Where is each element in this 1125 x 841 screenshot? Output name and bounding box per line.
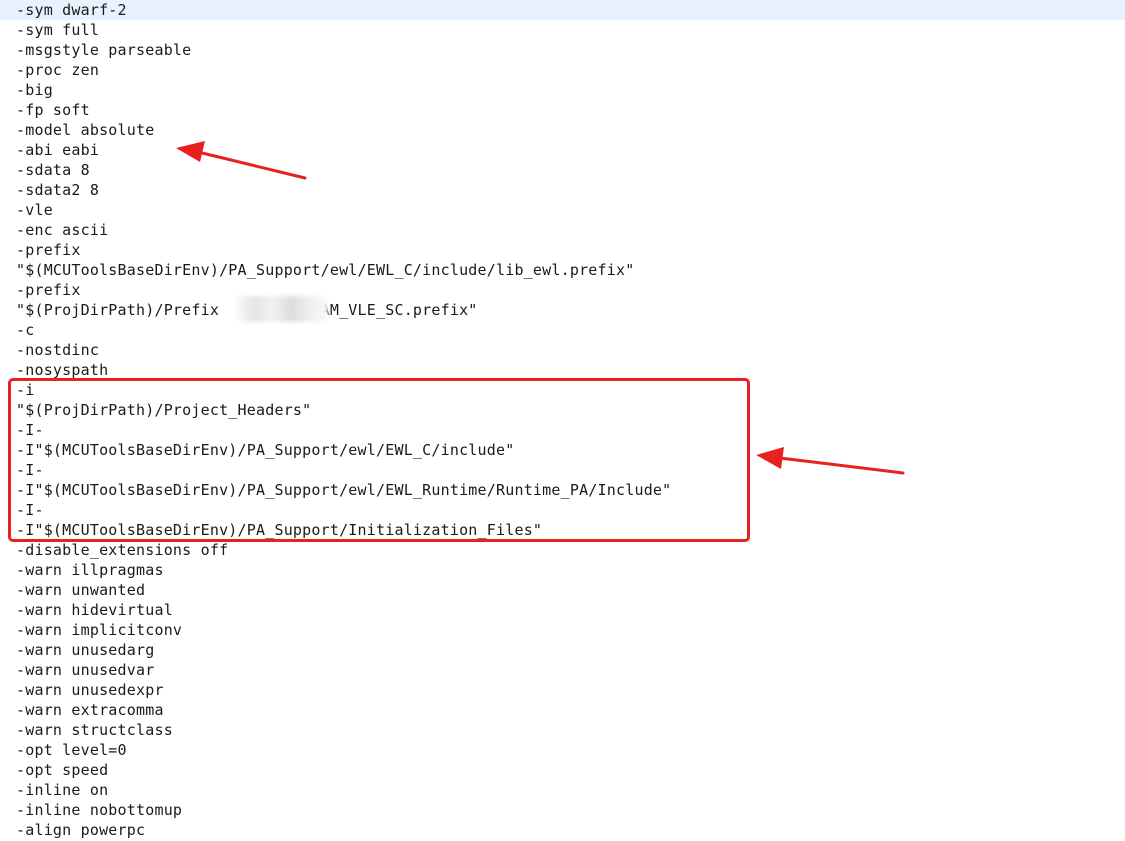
editor-line-text: -abi eabi: [16, 141, 100, 159]
editor-line[interactable]: -c: [0, 320, 1125, 340]
editor-line-text: "$(ProjDirPath)/Project_Headers": [16, 401, 312, 419]
editor-line-text: -prefix: [16, 281, 81, 299]
editor-line[interactable]: -warn structclass: [0, 720, 1125, 740]
editor-line[interactable]: -i: [0, 380, 1125, 400]
editor-line-text: -prefix: [16, 241, 81, 259]
editor-line[interactable]: -I-: [0, 460, 1125, 480]
editor-line-text: -nosyspath: [16, 361, 109, 379]
editor-line-text: -I-: [16, 461, 44, 479]
editor-line-text: -sdata 8: [16, 161, 90, 179]
editor-line[interactable]: -opt level=0: [0, 740, 1125, 760]
editor-line[interactable]: -sdata2 8: [0, 180, 1125, 200]
editor-line-text: -msgstyle parseable: [16, 41, 192, 59]
editor-line[interactable]: -sym full: [0, 20, 1125, 40]
editor-line[interactable]: -warn unusedvar: [0, 660, 1125, 680]
editor-line-text: -I-: [16, 501, 44, 519]
editor-line[interactable]: -I-: [0, 500, 1125, 520]
editor-line-text: -align powerpc: [16, 821, 146, 839]
editor-line-text: -warn hidevirtual: [16, 601, 173, 619]
editor-line-text: -vle: [16, 201, 53, 219]
editor-line[interactable]: -align powerpc: [0, 820, 1125, 840]
editor-line-text: -sym full: [16, 21, 100, 39]
redacted-text-blur: [236, 296, 328, 322]
editor-line-text: -fp soft: [16, 101, 90, 119]
editor-line[interactable]: -nosyspath: [0, 360, 1125, 380]
editor-line-text: -sdata2 8: [16, 181, 100, 199]
editor-line[interactable]: -proc zen: [0, 60, 1125, 80]
editor-line-text: -disable_extensions off: [16, 541, 229, 559]
editor-line-text: -warn implicitconv: [16, 621, 183, 639]
editor-line[interactable]: -I"$(MCUToolsBaseDirEnv)/PA_Support/ewl/…: [0, 440, 1125, 460]
editor-line-text: -warn unusedarg: [16, 641, 155, 659]
editor-line[interactable]: -msgstyle parseable: [0, 40, 1125, 60]
editor-line-text: -warn extracomma: [16, 701, 164, 719]
editor-line-text: -big: [16, 81, 53, 99]
editor-line[interactable]: -I-: [0, 420, 1125, 440]
editor-line[interactable]: -warn illpragmas: [0, 560, 1125, 580]
editor-line[interactable]: -warn unusedarg: [0, 640, 1125, 660]
editor-line-text: -nostdinc: [16, 341, 100, 359]
editor-line[interactable]: -prefix: [0, 240, 1125, 260]
editor-line[interactable]: -warn unwanted: [0, 580, 1125, 600]
editor-line[interactable]: -warn unusedexpr: [0, 680, 1125, 700]
editor-line-text: -I"$(MCUToolsBaseDirEnv)/PA_Support/ewl/…: [16, 481, 672, 499]
text-editor[interactable]: -sym dwarf-2 -sym full -msgstyle parseable…: [0, 0, 1125, 841]
editor-line-text: -inline on: [16, 781, 109, 799]
editor-line-text: -c: [16, 321, 35, 339]
editor-line-text: -warn unusedexpr: [16, 681, 164, 699]
editor-line-text: -I"$(MCUToolsBaseDirEnv)/PA_Support/ewl/…: [16, 441, 515, 459]
editor-line[interactable]: -warn implicitconv: [0, 620, 1125, 640]
editor-line-text: -warn illpragmas: [16, 561, 164, 579]
editor-line[interactable]: -nostdinc: [0, 340, 1125, 360]
editor-line[interactable]: -fp soft: [0, 100, 1125, 120]
editor-line-text: -i: [16, 381, 35, 399]
editor-line[interactable]: -prefix: [0, 280, 1125, 300]
editor-line[interactable]: -abi eabi: [0, 140, 1125, 160]
editor-line[interactable]: "$(ProjDirPath)/Prefix _RAM_VLE_SC.prefi…: [0, 300, 1125, 320]
editor-line-text: -warn structclass: [16, 721, 173, 739]
editor-line[interactable]: -inline on: [0, 780, 1125, 800]
editor-line-text: -warn unwanted: [16, 581, 146, 599]
editor-line[interactable]: -vle: [0, 200, 1125, 220]
editor-line-text: -model absolute: [16, 121, 155, 139]
editor-line[interactable]: -model absolute: [0, 120, 1125, 140]
editor-line[interactable]: -opt speed: [0, 760, 1125, 780]
editor-line-text: -inline nobottomup: [16, 801, 183, 819]
editor-line-text: -warn unusedvar: [16, 661, 155, 679]
editor-line-text: -I-: [16, 421, 44, 439]
editor-line[interactable]: "$(ProjDirPath)/Project_Headers": [0, 400, 1125, 420]
editor-line-text: -opt speed: [16, 761, 109, 779]
editor-line[interactable]: -warn extracomma: [0, 700, 1125, 720]
editor-line[interactable]: -disable_extensions off: [0, 540, 1125, 560]
editor-line[interactable]: -I"$(MCUToolsBaseDirEnv)/PA_Support/Init…: [0, 520, 1125, 540]
editor-line[interactable]: -sym dwarf-2: [0, 0, 1125, 20]
editor-line[interactable]: -enc ascii: [0, 220, 1125, 240]
editor-line-text: -enc ascii: [16, 221, 109, 239]
editor-line-text: -opt level=0: [16, 741, 127, 759]
editor-line-text: -I"$(MCUToolsBaseDirEnv)/PA_Support/Init…: [16, 521, 543, 539]
editor-line-text: "$(MCUToolsBaseDirEnv)/PA_Support/ewl/EW…: [16, 261, 635, 279]
editor-line[interactable]: -I"$(MCUToolsBaseDirEnv)/PA_Support/ewl/…: [0, 480, 1125, 500]
editor-line-text: -sym dwarf-2: [16, 1, 127, 19]
editor-line[interactable]: -big: [0, 80, 1125, 100]
editor-line[interactable]: -warn hidevirtual: [0, 600, 1125, 620]
editor-line-text: -proc zen: [16, 61, 100, 79]
editor-line[interactable]: -sdata 8: [0, 160, 1125, 180]
editor-line[interactable]: "$(MCUToolsBaseDirEnv)/PA_Support/ewl/EW…: [0, 260, 1125, 280]
editor-line[interactable]: -inline nobottomup: [0, 800, 1125, 820]
